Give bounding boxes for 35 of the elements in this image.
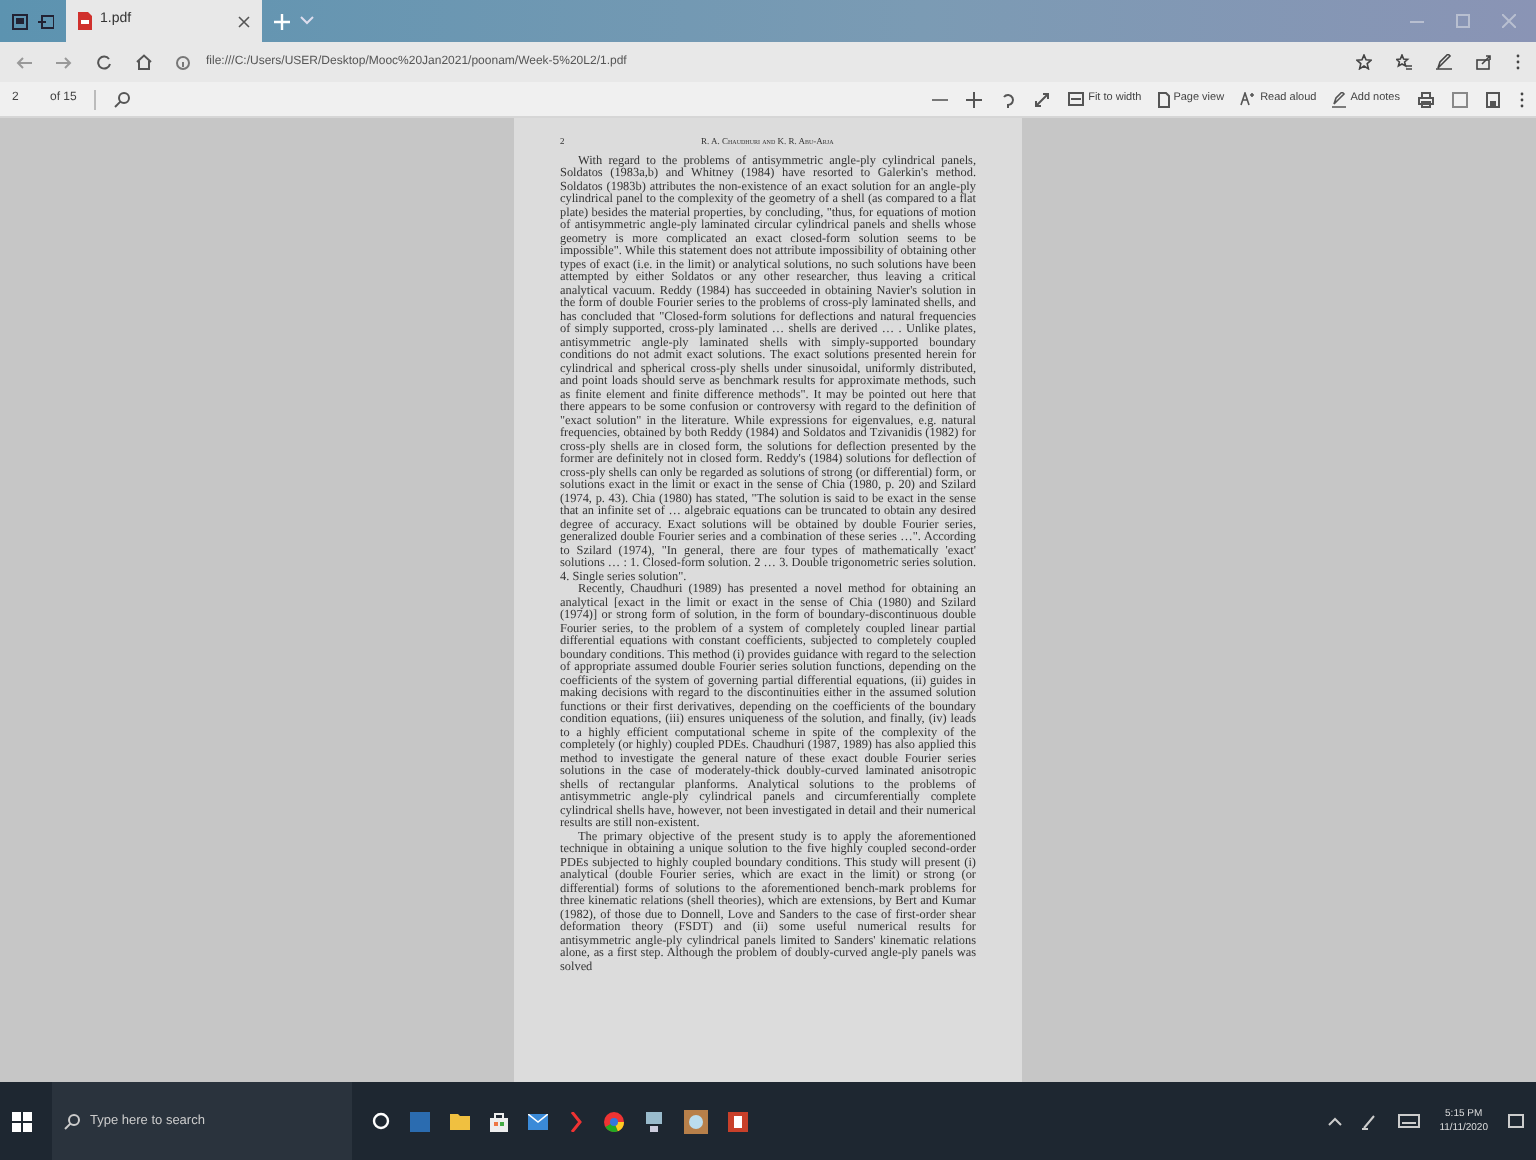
home-icon[interactable] <box>136 54 152 70</box>
tab-actions-icon[interactable] <box>12 13 28 29</box>
share-icon[interactable] <box>1476 54 1492 70</box>
folder-icon[interactable] <box>450 1112 470 1130</box>
refresh-icon[interactable] <box>96 54 112 70</box>
info-icon[interactable] <box>176 55 190 69</box>
bag-icon[interactable] <box>490 1111 508 1131</box>
chrome-icon[interactable] <box>604 1111 624 1131</box>
fullscreen-icon[interactable] <box>1034 91 1051 107</box>
pdf-icon <box>78 12 92 30</box>
keyboard-icon[interactable] <box>1397 1114 1420 1128</box>
new-tab-icon[interactable] <box>274 13 290 29</box>
pen-icon <box>1332 91 1347 107</box>
search-icon <box>64 1113 80 1129</box>
tab-back-icon[interactable] <box>38 13 54 29</box>
search-icon[interactable] <box>114 91 131 107</box>
page-icon <box>1157 91 1170 107</box>
notification-icon[interactable] <box>1508 1113 1524 1129</box>
favorites-icon[interactable] <box>1396 54 1412 70</box>
app-icon[interactable] <box>684 1109 708 1133</box>
save-as-icon[interactable] <box>1486 91 1502 107</box>
star-icon[interactable] <box>1356 54 1372 70</box>
start-icon[interactable] <box>12 1111 32 1131</box>
powerpoint-icon[interactable] <box>728 1111 748 1131</box>
rotate-icon[interactable] <box>1000 91 1017 107</box>
print-icon[interactable] <box>1418 91 1434 107</box>
cortana-icon[interactable] <box>372 1112 390 1130</box>
close-icon[interactable] <box>238 15 250 27</box>
computer-icon[interactable] <box>644 1111 664 1131</box>
pen-icon[interactable] <box>1436 54 1452 70</box>
zoom-in-icon[interactable] <box>966 91 983 107</box>
read-aloud-icon <box>1240 92 1257 106</box>
fit-width-icon <box>1068 92 1085 106</box>
mail-icon[interactable] <box>528 1113 548 1129</box>
caret-icon[interactable] <box>1327 1116 1342 1126</box>
